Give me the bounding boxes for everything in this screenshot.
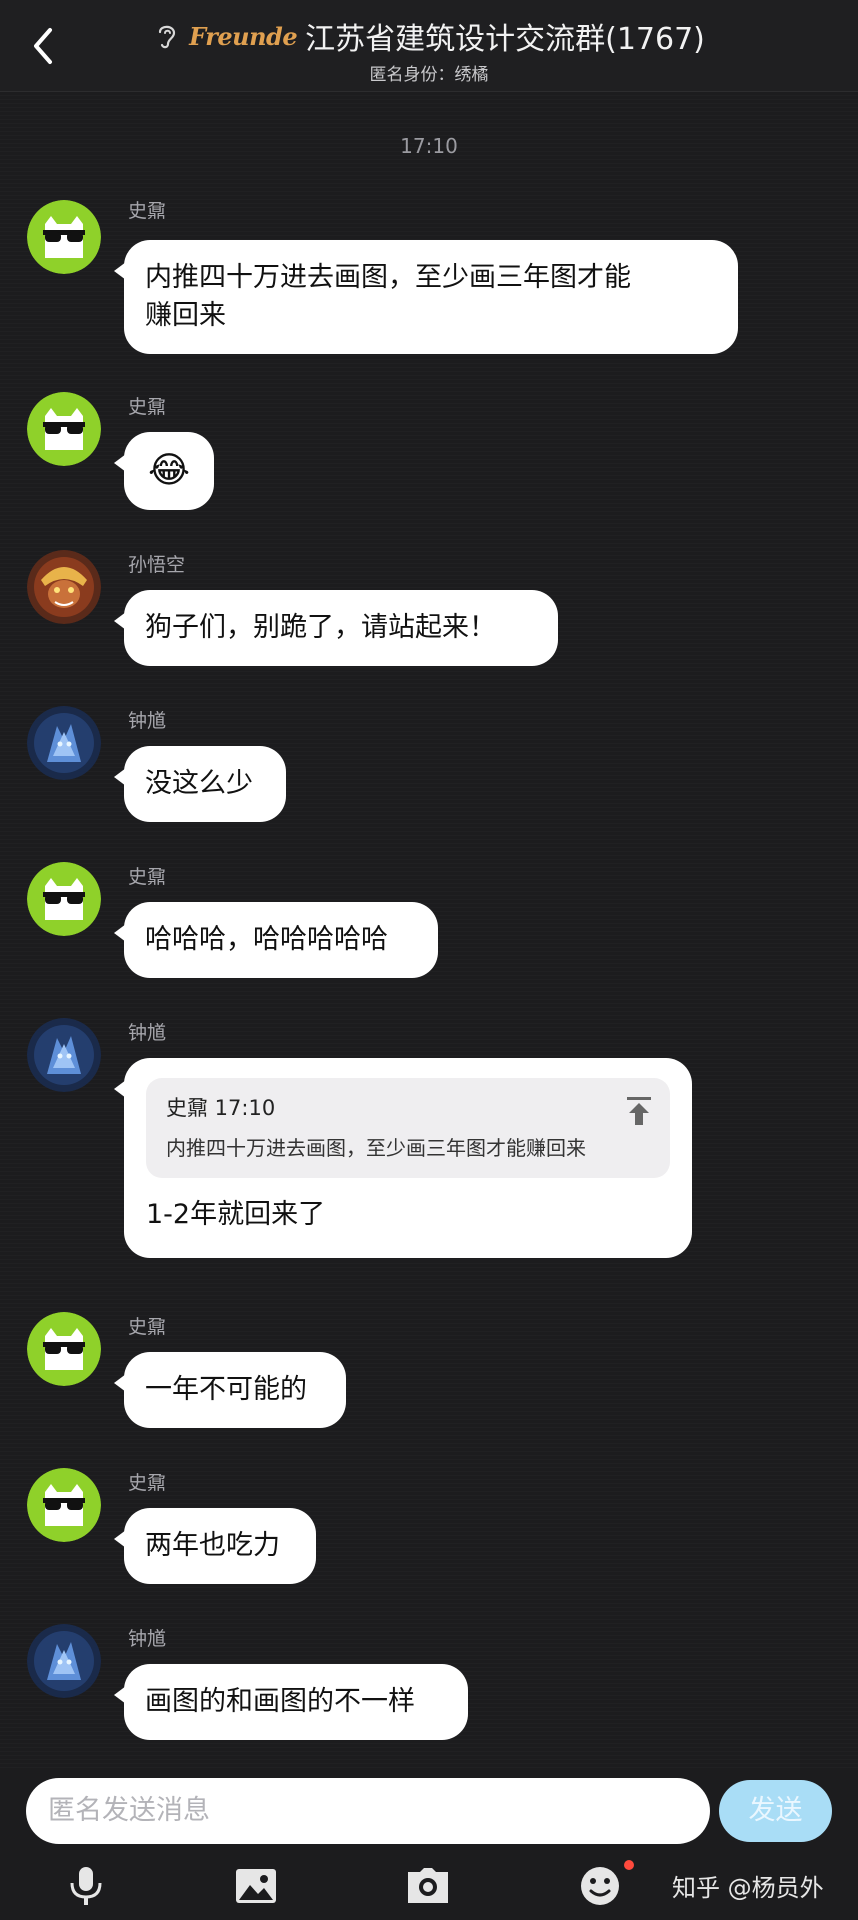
message-bubble[interactable]: 狗子们，别跪了，请站起来！ <box>114 590 558 666</box>
watermark: 知乎 @杨员外 <box>672 1874 824 1902</box>
emoji-bubble[interactable]: 😂 <box>114 432 214 510</box>
zhong-kui-avatar-icon <box>27 1018 101 1092</box>
avatar[interactable] <box>27 1312 101 1386</box>
camera-icon[interactable] <box>406 1864 450 1908</box>
message-bubble[interactable]: 一年不可能的 <box>114 1352 346 1428</box>
message-bubble[interactable]: 内推四十万进去画图，至少画三年图才能 赚回来 <box>114 240 738 354</box>
reply-bubble[interactable]: 史鼐 17:10 内推四十万进去画图，至少画三年图才能赚回来 1-2年就回来了 <box>114 1058 692 1258</box>
message-bubble[interactable]: 没这么少 <box>114 746 286 822</box>
title-block: Freunde 江苏省建筑设计交流群(1767) 匿名身份：绣橘 <box>0 14 858 85</box>
message-input[interactable]: 匿名发送消息 <box>26 1778 710 1844</box>
ear-icon <box>153 22 181 50</box>
sender-name: 钟馗 <box>128 710 167 732</box>
sunglasses-cat-avatar-icon <box>27 200 101 274</box>
jump-to-top-icon[interactable] <box>626 1096 652 1126</box>
avatar[interactable] <box>27 392 101 466</box>
sender-name: 孙悟空 <box>128 554 186 576</box>
sender-name: 史鼐 <box>128 1316 167 1338</box>
anonymous-identity: 匿名身份：绣橘 <box>369 65 489 85</box>
sender-name: 钟馗 <box>128 1628 167 1650</box>
monkey-king-avatar-icon <box>27 550 101 624</box>
quoted-message[interactable]: 史鼐 17:10 内推四十万进去画图，至少画三年图才能赚回来 <box>146 1078 670 1178</box>
message-bubble[interactable]: 两年也吃力 <box>114 1508 316 1584</box>
group-logo: Freunde <box>189 21 298 51</box>
sender-name: 史鼐 <box>128 866 167 888</box>
chat-header: Freunde 江苏省建筑设计交流群(1767) 匿名身份：绣橘 <box>0 0 858 92</box>
quoted-author-time: 史鼐 17:10 <box>166 1096 276 1120</box>
image-icon[interactable] <box>234 1864 278 1908</box>
message-bubble[interactable]: 哈哈哈，哈哈哈哈哈 <box>114 902 438 978</box>
zhong-kui-avatar-icon <box>27 706 101 780</box>
zhong-kui-avatar-icon <box>27 1624 101 1698</box>
avatar[interactable] <box>27 1624 101 1698</box>
sunglasses-cat-avatar-icon <box>27 1468 101 1542</box>
sender-name: 史鼐 <box>128 396 167 418</box>
sender-name: 史鼐 <box>128 1472 167 1494</box>
sunglasses-cat-avatar-icon <box>27 1312 101 1386</box>
sunglasses-cat-avatar-icon <box>27 862 101 936</box>
message-bubble[interactable]: 画图的和画图的不一样 <box>114 1664 468 1740</box>
sunglasses-cat-avatar-icon <box>27 392 101 466</box>
time-divider: 17:10 <box>400 134 458 158</box>
avatar[interactable] <box>27 706 101 780</box>
avatar[interactable] <box>27 1018 101 1092</box>
send-button[interactable]: 发送 <box>719 1780 832 1842</box>
avatar[interactable] <box>27 550 101 624</box>
message-text: 1-2年就回来了 <box>146 1199 326 1230</box>
group-title: 江苏省建筑设计交流群(1767) <box>305 22 705 57</box>
sender-name: 史鼐 <box>128 200 167 222</box>
notification-dot <box>624 1860 634 1870</box>
emoji-icon[interactable] <box>578 1864 622 1908</box>
sender-name: 钟馗 <box>128 1022 167 1044</box>
quoted-text: 内推四十万进去画图，至少画三年图才能赚回来 <box>166 1136 586 1160</box>
avatar[interactable] <box>27 862 101 936</box>
avatar[interactable] <box>27 200 101 274</box>
microphone-icon[interactable] <box>64 1864 108 1908</box>
avatar[interactable] <box>27 1468 101 1542</box>
message-composer: 匿名发送消息 发送 知乎 @杨员外 <box>0 1768 858 1920</box>
